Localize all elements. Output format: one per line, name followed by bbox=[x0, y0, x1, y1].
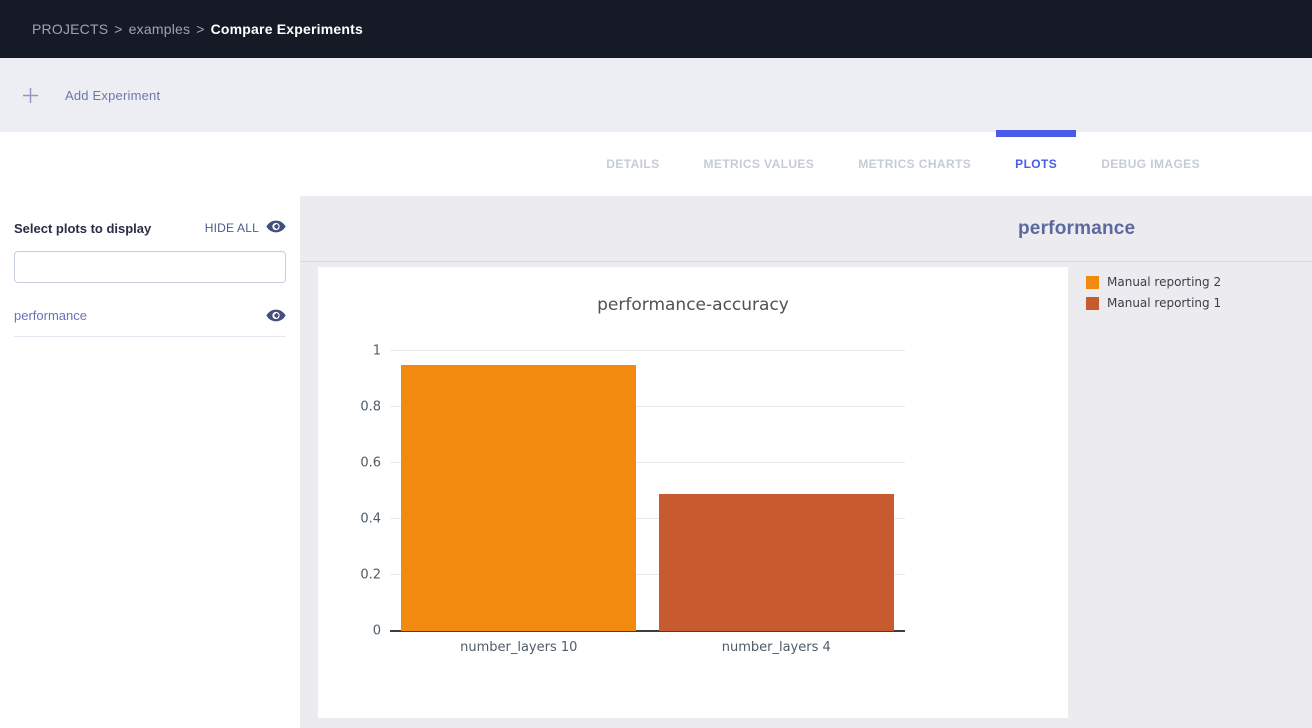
toggle-visibility-eye-icon[interactable] bbox=[266, 309, 286, 322]
plot-list: performance bbox=[14, 296, 286, 337]
x-tick-label: number_layers 4 bbox=[722, 640, 831, 655]
eye-icon bbox=[266, 220, 286, 236]
legend-swatch bbox=[1086, 297, 1099, 310]
breadcrumb-separator: > bbox=[196, 21, 204, 37]
hide-all-button[interactable]: HIDE ALL bbox=[205, 220, 286, 236]
x-tick-label: number_layers 10 bbox=[460, 640, 577, 655]
breadcrumb-separator: > bbox=[114, 21, 122, 37]
chart-card: performance-accuracy 00.20.40.60.81numbe… bbox=[318, 267, 1068, 718]
plot-item-label: performance bbox=[14, 308, 87, 323]
tab-debug-images[interactable]: DEBUG IMAGES bbox=[1082, 132, 1219, 196]
legend-swatch bbox=[1086, 276, 1099, 289]
tab-metrics-charts[interactable]: METRICS CHARTS bbox=[839, 132, 990, 196]
chart-title: performance-accuracy bbox=[318, 295, 1068, 315]
breadcrumb-item: Compare Experiments bbox=[211, 21, 363, 37]
y-tick-label: 1 bbox=[373, 345, 381, 358]
plot-group-header: performance bbox=[300, 196, 1312, 262]
plot-group-title: performance bbox=[1018, 218, 1135, 240]
y-tick-label: 0.8 bbox=[360, 401, 381, 414]
breadcrumb-item[interactable]: examples bbox=[129, 21, 191, 37]
legend-label: Manual reporting 2 bbox=[1107, 275, 1221, 289]
chart-legend: Manual reporting 2 Manual reporting 1 bbox=[1086, 275, 1246, 317]
gridline bbox=[390, 350, 905, 351]
y-tick-label: 0.6 bbox=[360, 457, 381, 470]
tab-metrics-values[interactable]: METRICS VALUES bbox=[685, 132, 834, 196]
plot-filter-input[interactable] bbox=[14, 251, 286, 283]
bar-number_layers-4[interactable] bbox=[659, 494, 894, 631]
legend-item[interactable]: Manual reporting 1 bbox=[1086, 296, 1246, 310]
top-navigation-bar: PROJECTS > examples > Compare Experiments bbox=[0, 0, 1312, 58]
toolbar: Add Experiment bbox=[0, 58, 1312, 132]
plot-list-item: performance bbox=[14, 296, 286, 337]
plot-selector-sidebar: Select plots to display HIDE ALL perform… bbox=[0, 196, 300, 728]
y-tick-label: 0.4 bbox=[360, 513, 381, 526]
legend-item[interactable]: Manual reporting 2 bbox=[1086, 275, 1246, 289]
plus-icon bbox=[22, 87, 39, 104]
sidebar-title: Select plots to display bbox=[14, 221, 151, 236]
y-tick-label: 0.2 bbox=[360, 569, 381, 582]
bar-number_layers-10[interactable] bbox=[401, 365, 636, 631]
legend-label: Manual reporting 1 bbox=[1107, 296, 1221, 310]
add-experiment-label: Add Experiment bbox=[65, 88, 160, 103]
add-experiment-button[interactable]: Add Experiment bbox=[22, 87, 160, 104]
plots-panel: performance performance-accuracy 00.20.4… bbox=[300, 196, 1312, 728]
y-tick-label: 0 bbox=[373, 625, 381, 638]
tab-plots[interactable]: PLOTS bbox=[996, 132, 1076, 196]
breadcrumb-item[interactable]: PROJECTS bbox=[32, 21, 108, 37]
tabs-bar: DETAILSMETRICS VALUESMETRICS CHARTSPLOTS… bbox=[0, 132, 1312, 196]
plot-area: 00.20.40.60.81number_layers 10number_lay… bbox=[390, 351, 905, 631]
tab-details[interactable]: DETAILS bbox=[587, 132, 678, 196]
breadcrumb: PROJECTS > examples > Compare Experiments bbox=[32, 21, 363, 37]
hide-all-label: HIDE ALL bbox=[205, 221, 259, 235]
